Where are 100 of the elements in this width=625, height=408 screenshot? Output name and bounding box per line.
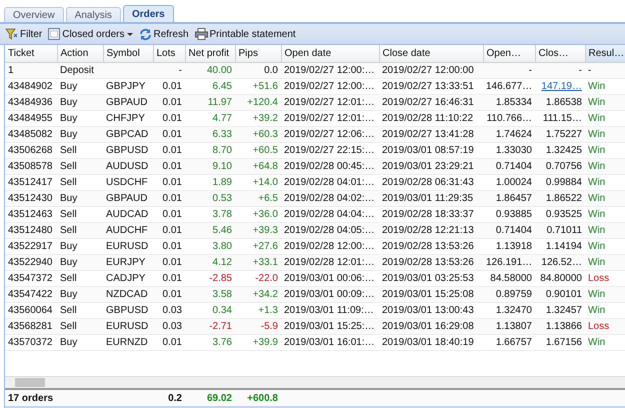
table-cell: 2019/03/01 18:40:19 (379, 334, 483, 350)
table-cell: 2019/03/01 15:25:08 (379, 286, 483, 302)
table-cell: -5.9 (235, 318, 281, 334)
table-cell: 1.13807 (483, 318, 535, 334)
table-cell: +64.8 (235, 158, 281, 174)
table-cell: +120.4 (235, 94, 281, 110)
table-cell: +33.1 (235, 254, 281, 270)
table-cell: 0.01 (153, 254, 185, 270)
table-cell: 0.01 (153, 334, 185, 350)
table-cell: Win (585, 254, 625, 270)
filter-icon (5, 28, 18, 40)
table-cell: 1 (5, 63, 57, 78)
column-header[interactable]: Symbol (103, 45, 153, 62)
table-cell: 43512480 (5, 222, 57, 238)
column-header[interactable]: Open… (483, 45, 535, 62)
column-header[interactable]: Ticket (5, 45, 57, 62)
table-cell: Win (585, 94, 625, 110)
table-cell: EURNZD (103, 334, 153, 350)
caret-icon (126, 32, 132, 36)
table-cell: - (153, 63, 185, 78)
table-cell: 2019/03/01 11:29:35 (379, 190, 483, 206)
table-cell: Buy (57, 126, 103, 142)
table-cell: 1.86522 (535, 190, 585, 206)
table-cell: 0.71011 (535, 222, 585, 238)
total-cell: 17 orders (5, 390, 57, 406)
table-cell: 0.71404 (483, 158, 535, 174)
table-cell: 0.01 (153, 190, 185, 206)
column-header[interactable]: Close date (379, 45, 483, 62)
table-cell: 40.00 (185, 63, 235, 78)
table-cell: 43485082 (5, 126, 57, 142)
table-cell: 0.03 (153, 318, 185, 334)
table-cell: +60.3 (235, 126, 281, 142)
table-cell: 2019/03/01 23:29:21 (379, 158, 483, 174)
total-cell: 0.2 (153, 390, 185, 406)
column-header[interactable]: Pips (235, 45, 281, 62)
table-cell: Buy (57, 254, 103, 270)
horizontal-scrollbar[interactable] (5, 376, 625, 388)
table-cell: 1.67156 (535, 334, 585, 350)
table-cell: 0.89759 (483, 286, 535, 302)
table-cell: 2019/03/01 16:01:… (281, 334, 379, 350)
table-cell: 1.86538 (535, 94, 585, 110)
table-cell: 0.71404 (483, 222, 535, 238)
price-link[interactable]: 147.19… (541, 81, 582, 92)
column-header[interactable]: Clos… (535, 45, 585, 62)
table-cell: 2019/02/27 16:46:31 (379, 94, 483, 110)
table-cell: 4.12 (185, 254, 235, 270)
table-cell: 0.70756 (535, 158, 585, 174)
table-cell: Sell (57, 158, 103, 174)
refresh-icon (138, 28, 152, 40)
table-cell: Win (585, 286, 625, 302)
table-cell: 1.66757 (483, 334, 535, 350)
table-cell: 2019/02/28 04:02:… (281, 190, 379, 206)
table-cell: 43522940 (5, 254, 57, 270)
table-cell: 2019/02/27 12:00:… (281, 63, 379, 78)
table-cell: +34.2 (235, 286, 281, 302)
column-header[interactable]: Action (57, 45, 103, 62)
total-cell: 69.02 (185, 390, 235, 406)
table-cell: Win (585, 334, 625, 350)
table-cell: Win (585, 158, 625, 174)
table-cell: Sell (57, 222, 103, 238)
table-cell: Buy (57, 94, 103, 110)
filter-button[interactable]: Filter (3, 26, 44, 42)
table-cell: 2019/02/27 12:06:… (281, 126, 379, 142)
table-cell: GBPAUD (103, 190, 153, 206)
table-cell: - (483, 63, 535, 78)
table-cell: EURJPY (103, 254, 153, 270)
table-cell: 1.85334 (483, 94, 535, 110)
refresh-button[interactable]: Refresh (136, 26, 191, 42)
table-cell: AUDUSD (103, 158, 153, 174)
table-cell: 1.86457 (483, 190, 535, 206)
column-header[interactable]: Open date (281, 45, 379, 62)
table-cell: 43512430 (5, 190, 57, 206)
closed-orders-dropdown[interactable]: Closed orders (46, 26, 134, 42)
table-cell: EURUSD (103, 318, 153, 334)
printer-icon (194, 28, 208, 40)
column-header[interactable]: Lots (153, 45, 185, 62)
tab[interactable]: Overview (4, 7, 64, 22)
table-cell: Sell (57, 318, 103, 334)
table-cell: 2019/02/27 12:01:… (281, 94, 379, 110)
table-cell: NZDCAD (103, 286, 153, 302)
table-cell: 6.33 (185, 126, 235, 142)
table-cell: 0.0 (235, 63, 281, 78)
table-cell: 2019/03/01 15:25:… (281, 318, 379, 334)
table-cell: Loss (585, 318, 625, 334)
table-cell: 2019/02/28 12:21:13 (379, 222, 483, 238)
table-cell: 43570372 (5, 334, 57, 350)
table-cell: 43547422 (5, 286, 57, 302)
table-cell: Buy (57, 190, 103, 206)
table-cell: 2019/02/28 04:05:… (281, 222, 379, 238)
total-cell: +600.8 (235, 390, 281, 406)
tab[interactable]: Orders (122, 5, 174, 22)
table-cell: 126.191… (483, 254, 535, 270)
table-cell: +39.9 (235, 334, 281, 350)
tab[interactable]: Analysis (66, 7, 121, 22)
column-header[interactable]: Net profit (185, 45, 235, 62)
calendar-icon (48, 28, 60, 40)
table-cell: Win (585, 126, 625, 142)
column-header[interactable]: Resul… (585, 45, 625, 62)
print-button[interactable]: Printable statement (192, 26, 298, 42)
table-cell: GBPAUD (103, 94, 153, 110)
